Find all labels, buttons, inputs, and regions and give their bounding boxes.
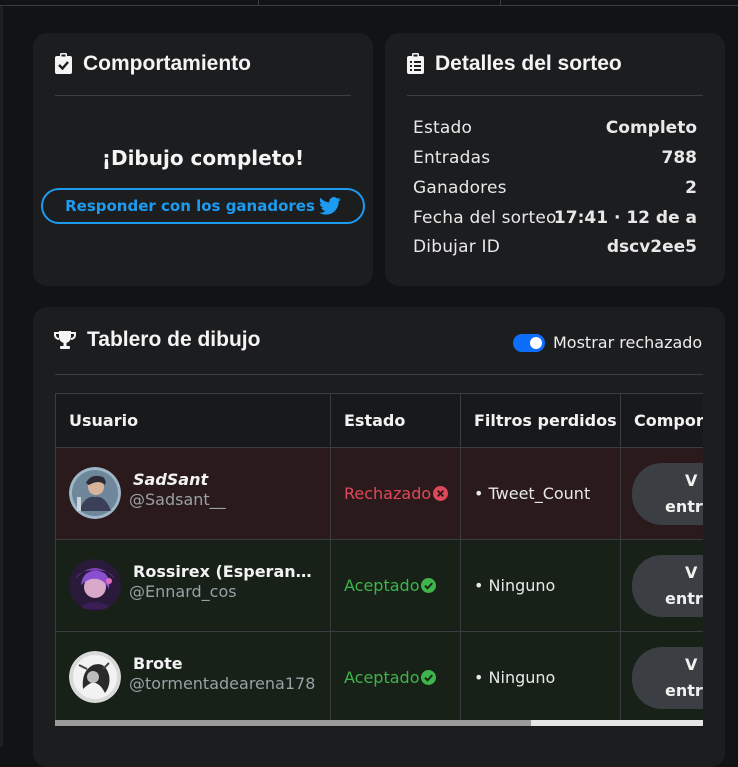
view-entry-button[interactable]: V entr — [632, 646, 703, 709]
behavior-title: Comportamiento — [83, 52, 251, 75]
user-cell: Rossirex (Esperando... @Ennard_cos — [55, 539, 331, 632]
user-handle[interactable]: @Sadsant__ — [129, 490, 226, 509]
draw-board-card: Tablero de dibujo Mostrar rechazado Usua… — [33, 307, 725, 767]
twitter-icon — [319, 197, 341, 215]
status-cell: Rechazado — [330, 447, 461, 540]
detail-key: Fecha del sorteo — [413, 208, 557, 228]
detail-value: Completo — [605, 118, 697, 138]
behavior-cell: V entr — [620, 631, 703, 724]
detail-row-date: Fecha del sorteo 17:41 · 12 de a — [413, 208, 697, 238]
detail-value: 17:41 · 12 de a — [553, 208, 697, 228]
detail-row-entries: Entradas 788 — [413, 148, 697, 178]
check-circle-icon — [421, 670, 437, 685]
entries-table-container[interactable]: Usuario Estado Filtros perdidos Comport — [55, 393, 703, 727]
user-cell: SadSant @Sadsant__ — [55, 447, 331, 540]
view-entry-line1: V — [685, 562, 698, 582]
column-header-filters[interactable]: Filtros perdidos — [460, 393, 621, 448]
behavior-card: Comportamiento ¡Dibujo completo! Respond… — [33, 33, 373, 286]
user-handle[interactable]: @Ennard_cos — [129, 582, 237, 601]
user-cell: Brote @tormentadearena178 — [55, 631, 331, 724]
status-badge: Rechazado — [344, 484, 449, 503]
detail-row-winners: Ganadores 2 — [413, 178, 697, 208]
missed-filters-cell: • Ninguno — [460, 539, 621, 632]
detail-value: 788 — [661, 148, 698, 168]
entries-table: Usuario Estado Filtros perdidos Comport — [55, 393, 703, 724]
draw-complete-message: ¡Dibujo completo! — [101, 146, 305, 170]
status-text: Rechazado — [344, 484, 432, 503]
show-rejected-toggle[interactable] — [513, 334, 545, 352]
table-row: SadSant @Sadsant__ Rechazado • Tweet_Cou… — [55, 447, 703, 540]
clipboard-list-icon — [407, 53, 424, 74]
check-circle-icon — [421, 578, 437, 593]
user-display-name: SadSant — [133, 470, 209, 489]
details-divider — [407, 95, 703, 96]
status-cell: Aceptado — [330, 539, 461, 632]
missed-filters-cell: • Ninguno — [460, 631, 621, 724]
status-cell: Aceptado — [330, 631, 461, 724]
user-display-name: Rossirex (Esperando... — [133, 562, 323, 581]
draw-details-card: Detalles del sorteo Estado Completo Entr… — [385, 33, 725, 286]
column-header-behavior[interactable]: Comport — [620, 393, 703, 448]
detail-key: Entradas — [413, 148, 491, 168]
detail-key: Dibujar ID — [413, 237, 501, 257]
detail-row-status: Estado Completo — [413, 118, 697, 148]
reply-button-label: Responder con los ganadores — [65, 197, 315, 215]
clipboard-check-icon — [55, 53, 72, 74]
detail-row-draw-id: Dibujar ID dscv2ee5 — [413, 237, 697, 267]
detail-value: 2 — [685, 178, 697, 198]
tab-separator — [258, 0, 259, 5]
table-row: Rossirex (Esperando... @Ennard_cos Acept… — [55, 539, 703, 632]
top-tab-strip — [0, 0, 738, 6]
board-divider — [55, 374, 703, 375]
view-entry-line1: V — [685, 470, 698, 490]
trophy-icon — [54, 331, 76, 349]
table-header-row: Usuario Estado Filtros perdidos Comport — [55, 393, 703, 448]
behavior-divider — [55, 95, 351, 96]
scrollbar-thumb[interactable] — [55, 720, 531, 726]
toggle-knob — [530, 337, 542, 349]
user-handle[interactable]: @tormentadearena178 — [129, 674, 315, 693]
avatar[interactable] — [69, 467, 121, 519]
user-display-name: Brote — [133, 654, 183, 673]
behavior-cell: V entr — [620, 539, 703, 632]
show-rejected-label: Mostrar rechazado — [553, 333, 703, 352]
table-row: Brote @tormentadearena178 Aceptado • Nin… — [55, 631, 703, 724]
tab-separator — [500, 0, 501, 5]
avatar[interactable] — [69, 651, 121, 703]
view-entry-line1: V — [685, 654, 698, 674]
details-title: Detalles del sorteo — [435, 52, 622, 75]
status-text: Aceptado — [344, 576, 420, 595]
status-badge: Aceptado — [344, 576, 437, 595]
view-entry-line2: entr — [665, 496, 703, 516]
behavior-cell: V entr — [620, 447, 703, 540]
detail-key: Ganadores — [413, 178, 507, 198]
view-entry-line2: entr — [665, 588, 703, 608]
avatar[interactable] — [69, 559, 121, 611]
board-title: Tablero de dibujo — [87, 328, 261, 351]
missed-filters-cell: • Tweet_Count — [460, 447, 621, 540]
detail-value: dscv2ee5 — [606, 237, 697, 257]
column-header-user[interactable]: Usuario — [55, 393, 331, 448]
left-rail — [0, 0, 3, 747]
view-entry-button[interactable]: V entr — [632, 462, 703, 525]
status-badge: Aceptado — [344, 668, 437, 687]
x-circle-icon — [433, 486, 449, 501]
view-entry-button[interactable]: V entr — [632, 554, 703, 617]
horizontal-scrollbar[interactable] — [55, 720, 703, 726]
detail-key: Estado — [413, 118, 473, 138]
status-text: Aceptado — [344, 668, 420, 687]
reply-with-winners-button[interactable]: Responder con los ganadores — [41, 188, 365, 224]
column-header-status[interactable]: Estado — [330, 393, 461, 448]
view-entry-line2: entr — [665, 680, 703, 700]
